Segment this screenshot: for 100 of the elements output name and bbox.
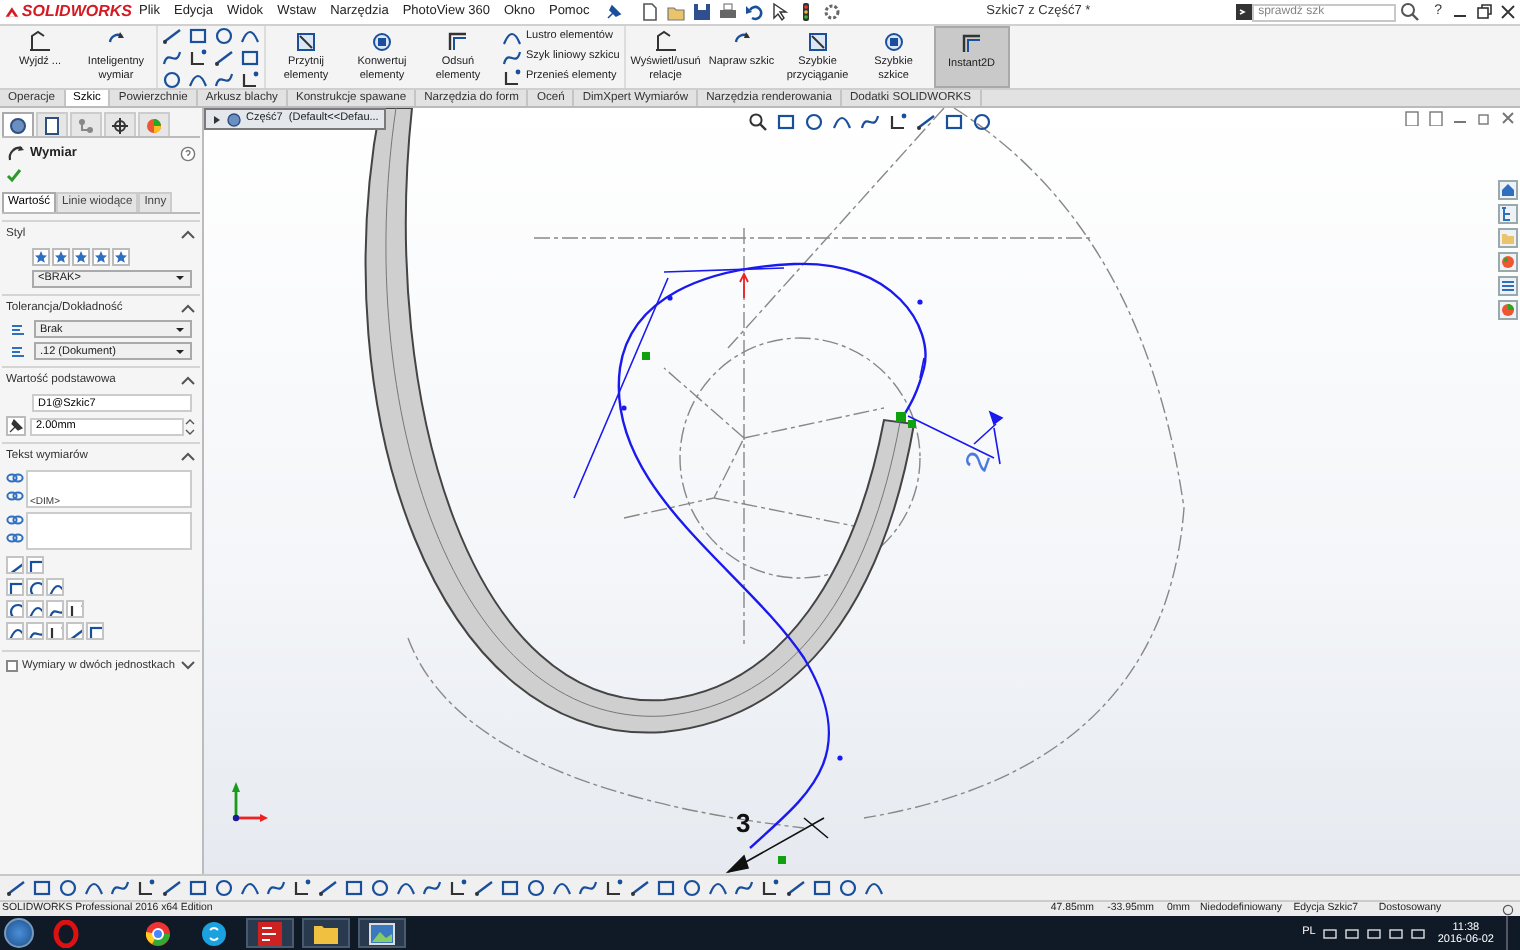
format-button[interactable] [26,577,44,596]
panel-tab[interactable] [36,112,68,136]
format-button[interactable] [26,621,44,640]
dropdown-caret-icon [174,272,186,285]
style-button[interactable] [52,247,70,266]
star-doc-icon [114,249,128,264]
browser-icon [144,919,172,947]
chevron-icon[interactable] [180,227,196,242]
toolbar-tool-icon[interactable] [292,878,312,898]
save-icon[interactable] [692,2,713,22]
ring-icon [52,919,80,947]
tree-icon [1500,206,1516,222]
cad-app-icon [256,919,284,947]
dimension-icon [6,144,26,164]
gear-icon[interactable] [822,2,843,22]
format-button[interactable] [6,599,24,618]
sketch-tool-icon[interactable] [214,47,234,67]
cube-tree-icon [8,115,28,135]
dimension-text-field[interactable] [26,511,192,550]
panel-tab[interactable] [104,112,136,136]
style-button[interactable] [32,247,50,266]
search-icon [1400,2,1421,22]
format-button[interactable] [86,621,104,640]
precision-icon [10,343,26,360]
dimension-value[interactable]: 3 [736,808,751,838]
style-button[interactable] [112,247,130,266]
close-icon[interactable] [1498,2,1518,22]
format-button[interactable] [46,621,64,640]
toolbar-tool-icon[interactable] [162,878,182,898]
taskbar-button[interactable] [246,918,294,948]
format-button[interactable] [46,577,64,596]
app-logo: SOLIDWORKS [21,4,132,20]
toolbar-tool-icon[interactable] [630,878,650,898]
pin-icon [8,418,24,435]
toolbar-tool-icon[interactable] [448,878,468,898]
new-document-icon[interactable] [640,2,661,22]
print-icon[interactable] [718,2,739,22]
taskbar-button[interactable] [358,918,406,948]
sketch-tool-icon[interactable] [240,69,260,89]
search-icon[interactable] [748,112,768,132]
list-icon [1500,278,1516,294]
format-button[interactable] [66,599,84,618]
format-button[interactable] [6,621,24,640]
ribbon-tool-icon [653,30,678,54]
format-button[interactable] [6,555,24,574]
ribbon-tool-icon [805,30,830,54]
reset-button[interactable] [6,416,26,437]
task-pane-button[interactable] [1498,276,1518,296]
select-arrow-icon[interactable] [770,2,791,22]
style-button[interactable] [72,247,90,266]
confirm-check-icon[interactable] [6,168,22,184]
ribbon-tool-icon [28,30,52,54]
format-button[interactable] [6,577,24,596]
part-icon [226,111,242,127]
start-button[interactable] [4,918,34,948]
undo-icon[interactable] [744,2,765,22]
property-sheet-icon [42,115,62,135]
star-doc-icon [94,249,108,264]
format-button[interactable] [26,555,44,574]
chevron-icon[interactable] [180,449,196,464]
configuration-icon [76,115,96,135]
dimension-value[interactable]: 2 [960,448,999,477]
task-pane-button[interactable] [1498,180,1518,200]
toolbar-tool-icon[interactable] [604,878,624,898]
tile-icon[interactable] [1404,110,1420,126]
toolbar-tool-icon[interactable] [474,878,494,898]
toolbar-tool-icon[interactable] [136,878,156,898]
tile-icon[interactable] [1428,110,1444,126]
star-doc-icon [74,249,88,264]
chevron-icon[interactable] [180,658,196,673]
dimension-line [725,817,829,874]
pin-icon[interactable] [604,2,625,22]
chat-icon [200,919,228,947]
sketch-tool-icon[interactable] [188,47,208,67]
toolbar-tool-icon[interactable] [786,878,806,898]
chevron-icon[interactable] [180,301,196,316]
palette-icon [1500,254,1516,270]
restore-icon[interactable] [1474,2,1494,22]
sketch-tool-icon[interactable] [162,25,182,45]
help-icon[interactable] [180,146,196,162]
format-button[interactable] [66,621,84,640]
format-button[interactable] [46,599,64,618]
folder-icon [1500,230,1516,246]
toolbar-tool-icon[interactable] [318,878,338,898]
ribbon-tool-icon [370,30,394,54]
checkbox[interactable] [6,659,18,672]
home-icon [1500,182,1516,198]
chevron-icon[interactable] [180,374,196,389]
task-pane-button[interactable] [1498,252,1518,272]
taskbar-button[interactable] [302,918,350,948]
star-doc-icon [54,249,68,264]
toolbar-tool-icon[interactable] [6,878,26,898]
tolerance-icon [10,321,26,338]
panel-tab[interactable] [2,112,34,136]
star-doc-icon [34,249,48,264]
task-pane-button[interactable] [1498,204,1518,224]
style-button[interactable] [92,247,110,266]
format-button[interactable] [26,599,44,618]
toolbar-tool-icon[interactable] [760,878,780,898]
help-icon[interactable] [1502,903,1514,915]
